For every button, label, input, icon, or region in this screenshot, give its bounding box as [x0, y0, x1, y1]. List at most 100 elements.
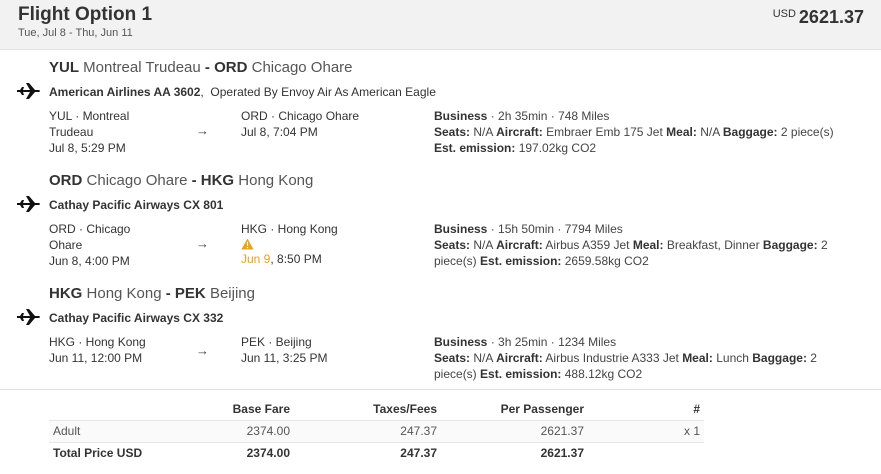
emission-value: 197.02kg CO2: [518, 141, 597, 155]
arrival-time: Jun 11, 3:25 PM: [241, 351, 328, 365]
origin-code: ORD: [49, 172, 83, 189]
price-header-per: Per Passenger: [500, 401, 584, 416]
carrier-line: Cathay Pacific Airways CX 332: [49, 311, 223, 325]
carrier-name: Cathay Pacific Airways CX 332: [49, 311, 224, 325]
emission-value: 2659.58kg CO2: [564, 254, 649, 268]
right-arrow-icon: →: [196, 343, 209, 358]
arrival-date-changed: Jun 9: [241, 252, 271, 266]
arrival-clock: , 8:50 PM: [270, 252, 322, 266]
seats-value: N/A: [473, 125, 493, 139]
seats-label: Seats:: [434, 351, 471, 365]
warning-icon: [241, 238, 254, 250]
arrival-info: HKG · Hong Kong Jun 9, 8:50 PM: [241, 221, 391, 267]
price-header-label: [49, 398, 199, 420]
flight-details: Business · 2h 35min · 748 Miles Seats: N…: [434, 108, 844, 156]
origin-name: Chicago Ohare: [86, 172, 188, 189]
option-title: Flight Option 1: [18, 4, 153, 25]
right-arrow-icon: →: [196, 236, 209, 251]
carrier-line: American Airlines AA 3602, Operated By E…: [49, 85, 436, 99]
meal-label: Meal:: [666, 125, 697, 139]
price-currency: USD: [772, 8, 796, 20]
right-arrow-icon: →: [196, 123, 209, 138]
destination-code: ORD: [214, 59, 248, 76]
emission-label: Est. emission:: [480, 254, 562, 268]
arrival-airport: PEK · Beijing: [241, 335, 312, 349]
baggage-label: Baggage:: [762, 238, 818, 252]
seats-value: N/A: [473, 351, 493, 365]
segment-route: ORD Chicago Ohare - HKG Hong Kong: [49, 172, 313, 189]
carrier-name: American Airlines AA 3602: [49, 85, 201, 99]
duration-miles: · 2h 35min · 748 Miles: [490, 109, 610, 123]
row-label: Total Price USD: [53, 446, 143, 461]
price-header-base: Base Fare: [232, 401, 290, 416]
meal-value: N/A: [700, 125, 720, 139]
emission-label: Est. emission:: [480, 367, 562, 381]
arrival-time: Jul 8, 7:04 PM: [241, 125, 318, 139]
arrival-airport: HKG · Hong Kong: [241, 222, 338, 236]
passenger-count: [588, 442, 704, 464]
route-dash: -: [204, 59, 210, 76]
airplane-icon: [17, 196, 40, 212]
flight-details: Business · 3h 25min · 1234 Miles Seats: …: [434, 334, 844, 382]
taxes-fees: 247.37: [400, 446, 437, 461]
total-price: USD 2621.37: [773, 7, 864, 28]
section-divider: [0, 389, 881, 390]
flight-details: Business · 15h 50min · 7794 Miles Seats:…: [434, 221, 844, 269]
segment-route: YUL Montreal Trudeau - ORD Chicago Ohare: [49, 59, 353, 76]
route-dash: -: [165, 285, 171, 302]
baggage-label: Baggage:: [752, 351, 807, 365]
route-dash: -: [191, 172, 197, 189]
passenger-count: x 1: [588, 419, 704, 443]
price-breakdown-table: Base Fare Taxes/Fees Per Passenger # Adu…: [49, 398, 704, 464]
destination-code: PEK: [174, 285, 206, 302]
cabin-class: Business: [434, 335, 488, 349]
departure-airport: YUL · Montreal Trudeau: [49, 109, 130, 139]
origin-name: Montreal Trudeau: [83, 59, 201, 76]
airplane-icon: [17, 83, 40, 99]
departure-info: ORD · Chicago Ohare Jun 8, 4:00 PM: [49, 221, 159, 269]
aircraft-label: Aircraft:: [496, 238, 543, 252]
price-header-count: #: [693, 401, 700, 416]
aircraft-label: Aircraft:: [496, 351, 543, 365]
departure-info: YUL · Montreal Trudeau Jul 8, 5:29 PM: [49, 108, 159, 156]
cabin-class: Business: [434, 222, 488, 236]
price-row-total: Total Price USD 2374.00 247.37 2621.37: [49, 442, 704, 464]
per-passenger: 2621.37: [441, 419, 588, 443]
departure-airport: ORD · Chicago Ohare: [49, 222, 131, 252]
arrival-info: ORD · Chicago Ohare Jul 8, 7:04 PM: [241, 108, 391, 140]
price-amount: 2621.37: [798, 7, 864, 27]
price-header-taxes: Taxes/Fees: [373, 401, 437, 416]
departure-info: HKG · Hong Kong Jun 11, 12:00 PM: [49, 334, 159, 366]
row-label: Adult: [49, 419, 199, 443]
price-header-row: Base Fare Taxes/Fees Per Passenger #: [49, 398, 704, 420]
arrival-airport: ORD · Chicago Ohare: [241, 109, 360, 123]
origin-code: HKG: [49, 285, 83, 302]
airplane-icon: [17, 309, 40, 325]
duration-miles: · 3h 25min · 1234 Miles: [490, 335, 617, 349]
emission-value: 488.12kg CO2: [564, 367, 643, 381]
taxes-fees: 247.37: [294, 419, 441, 443]
departure-time: Jul 8, 5:29 PM: [49, 141, 126, 155]
segment-route: HKG Hong Kong - PEK Beijing: [49, 285, 255, 302]
meal-label: Meal:: [682, 351, 713, 365]
seats-label: Seats:: [434, 238, 471, 252]
carrier-line: Cathay Pacific Airways CX 801: [49, 198, 223, 212]
origin-name: Hong Kong: [86, 285, 162, 302]
destination-name: Chicago Ohare: [251, 59, 353, 76]
departure-time: Jun 8, 4:00 PM: [49, 254, 130, 268]
baggage-label: Baggage:: [722, 125, 778, 139]
trip-dates: Tue, Jul 8 - Thu, Jun 11: [18, 27, 133, 39]
aircraft-value: Airbus A359 Jet: [545, 238, 630, 252]
destination-name: Beijing: [209, 285, 255, 302]
operated-by: Operated By Envoy Air As American Eagle: [210, 85, 436, 99]
meal-value: Breakfast, Dinner: [666, 238, 760, 252]
aircraft-value: Airbus Industrie A333 Jet: [545, 351, 679, 365]
arrival-time: Jun 9, 8:50 PM: [241, 251, 391, 267]
carrier-name: Cathay Pacific Airways CX 801: [49, 198, 224, 212]
aircraft-value: Embraer Emb 175 Jet: [546, 125, 663, 139]
option-header: Flight Option 1 Tue, Jul 8 - Thu, Jun 11…: [0, 0, 881, 50]
base-fare: 2374.00: [246, 446, 290, 461]
meal-label: Meal:: [632, 238, 664, 252]
arrival-info: PEK · Beijing Jun 11, 3:25 PM: [241, 334, 391, 366]
departure-airport: HKG · Hong Kong: [49, 335, 146, 349]
